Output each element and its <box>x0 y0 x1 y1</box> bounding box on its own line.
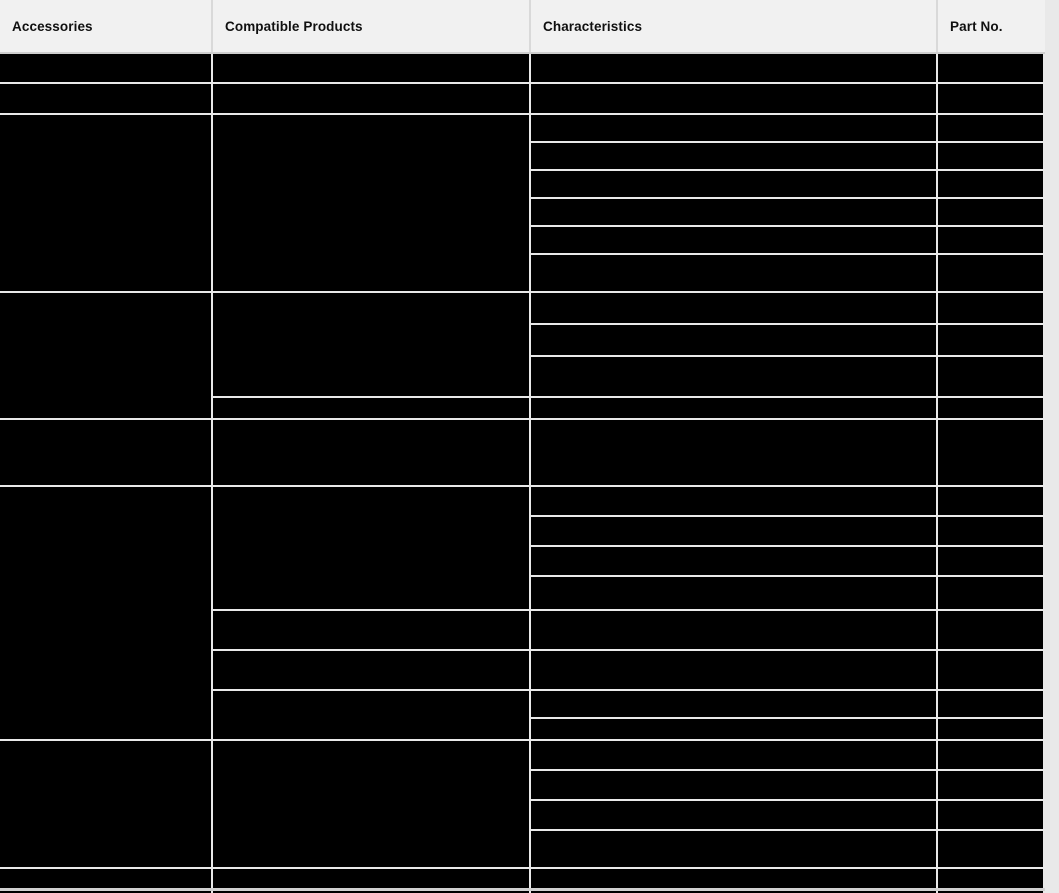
cell-part_no <box>938 741 1043 769</box>
cell-part_no <box>938 611 1043 649</box>
cell-characteristics <box>531 801 936 829</box>
cell-part_no <box>938 651 1043 689</box>
table-bottom-rule <box>0 888 1045 891</box>
cell-characteristics <box>531 517 936 545</box>
cell-part_no <box>938 577 1043 609</box>
accessories-table: Accessories Compatible Products Characte… <box>0 0 1045 893</box>
cell-characteristics <box>531 487 936 515</box>
cell-part_no <box>938 398 1043 418</box>
cell-part_no <box>938 199 1043 225</box>
table-header-row: Accessories Compatible Products Characte… <box>0 0 1045 54</box>
cell-characteristics <box>531 54 936 82</box>
cell-characteristics <box>531 199 936 225</box>
cell-characteristics <box>531 741 936 769</box>
column-header-characteristics[interactable]: Characteristics <box>531 0 938 52</box>
cell-accessories <box>0 741 211 867</box>
cell-characteristics <box>531 651 936 689</box>
cell-characteristics <box>531 420 936 485</box>
column-header-label: Part No. <box>950 18 1003 34</box>
cell-compatible_products <box>213 293 529 396</box>
cell-characteristics <box>531 227 936 253</box>
cell-characteristics <box>531 325 936 355</box>
cell-part_no <box>938 143 1043 169</box>
cell-characteristics <box>531 398 936 418</box>
cell-part_no <box>938 801 1043 829</box>
cell-characteristics <box>531 831 936 867</box>
cell-part_no <box>938 293 1043 323</box>
cell-part_no <box>938 255 1043 291</box>
cell-part_no <box>938 115 1043 141</box>
cell-part_no <box>938 487 1043 515</box>
cell-compatible_products <box>213 84 529 113</box>
cell-characteristics <box>531 691 936 717</box>
column-header-label: Accessories <box>12 18 93 34</box>
column-header-accessories[interactable]: Accessories <box>0 0 213 52</box>
cell-accessories <box>0 54 211 82</box>
column-header-label: Compatible Products <box>225 18 363 34</box>
cell-part_no <box>938 771 1043 799</box>
page-right-margin <box>1045 0 1059 893</box>
column-header-compatible-products[interactable]: Compatible Products <box>213 0 531 52</box>
cell-part_no <box>938 420 1043 485</box>
cell-part_no <box>938 54 1043 82</box>
cell-part_no <box>938 357 1043 396</box>
cell-characteristics <box>531 611 936 649</box>
cell-characteristics <box>531 255 936 291</box>
cell-part_no <box>938 84 1043 113</box>
cell-part_no <box>938 547 1043 575</box>
cell-compatible_products <box>213 741 529 867</box>
cell-part_no <box>938 719 1043 739</box>
cell-characteristics <box>531 171 936 197</box>
cell-characteristics <box>531 577 936 609</box>
cell-part_no <box>938 831 1043 867</box>
cell-compatible_products <box>213 611 529 649</box>
cell-part_no <box>938 171 1043 197</box>
cell-compatible_products <box>213 487 529 609</box>
cell-part_no <box>938 691 1043 717</box>
cell-characteristics <box>531 547 936 575</box>
cell-compatible_products <box>213 420 529 485</box>
cell-compatible_products <box>213 398 529 418</box>
cell-part_no <box>938 517 1043 545</box>
cell-compatible_products <box>213 651 529 689</box>
cell-part_no <box>938 325 1043 355</box>
cell-characteristics <box>531 293 936 323</box>
column-header-part-no[interactable]: Part No. <box>938 0 1045 52</box>
cell-compatible_products <box>213 115 529 291</box>
cell-accessories <box>0 420 211 485</box>
cell-characteristics <box>531 771 936 799</box>
table-body <box>0 54 1045 893</box>
cell-accessories <box>0 487 211 739</box>
column-header-label: Characteristics <box>543 18 643 34</box>
cell-accessories <box>0 115 211 291</box>
cell-part_no <box>938 227 1043 253</box>
cell-compatible_products <box>213 54 529 82</box>
cell-accessories <box>0 293 211 418</box>
cell-compatible_products <box>213 691 529 739</box>
cell-characteristics <box>531 143 936 169</box>
cell-characteristics <box>531 719 936 739</box>
cell-characteristics <box>531 115 936 141</box>
cell-characteristics <box>531 357 936 396</box>
cell-characteristics <box>531 84 936 113</box>
cell-accessories <box>0 84 211 113</box>
